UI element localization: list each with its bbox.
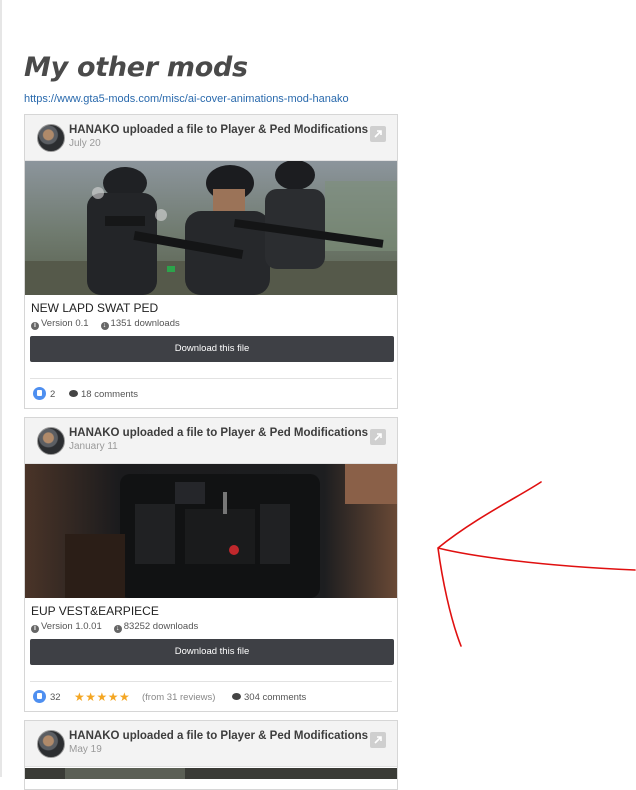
mod-thumbnail[interactable] — [25, 767, 397, 779]
card-date: July 20 — [69, 138, 101, 149]
mod-card: HANAKO uploaded a file to Player & Ped M… — [24, 417, 398, 712]
comment-icon — [69, 390, 78, 397]
rating-stars: ★★★★★ — [74, 690, 131, 704]
card-header: HANAKO uploaded a file to Player & Ped M… — [25, 115, 397, 161]
card-date: January 11 — [69, 441, 118, 452]
mod-name[interactable]: EUP VEST&EARPIECE — [30, 604, 392, 618]
card-header: HANAKO uploaded a file to Player & Ped M… — [25, 721, 397, 767]
download-circle-icon: ↓ — [100, 322, 109, 330]
expand-icon[interactable] — [370, 429, 386, 445]
card-header: HANAKO uploaded a file to Player & Ped M… — [25, 418, 397, 464]
like-count: 2 — [50, 389, 56, 400]
expand-icon[interactable] — [370, 126, 386, 142]
mod-thumbnail[interactable] — [25, 464, 397, 598]
card-header-title[interactable]: HANAKO uploaded a file to Player & Ped M… — [69, 427, 368, 439]
annotation-arrow — [437, 481, 636, 647]
mod-card: HANAKO uploaded a file to Player & Ped M… — [24, 114, 398, 409]
thumbs-up-icon[interactable] — [33, 387, 46, 400]
download-count: ↓ 83252 downloads — [113, 621, 198, 633]
comment-icon — [232, 693, 241, 700]
thumbs-up-icon[interactable] — [33, 690, 46, 703]
mod-thumbnail[interactable] — [25, 161, 397, 295]
like-count: 32 — [50, 692, 61, 703]
page-title: My other mods — [24, 52, 248, 83]
mod-card: HANAKO uploaded a file to Player & Ped M… — [24, 720, 398, 790]
card-header-title[interactable]: HANAKO uploaded a file to Player & Ped M… — [69, 730, 368, 742]
expand-icon[interactable] — [370, 732, 386, 748]
card-footer: 32 ★★★★★ (from 31 reviews) 304 comments — [25, 682, 397, 712]
card-date: May 19 — [69, 744, 102, 755]
mod-name[interactable]: NEW LAPD SWAT PED — [30, 301, 392, 315]
review-count[interactable]: (from 31 reviews) — [142, 692, 215, 703]
comments-link[interactable]: 304 comments — [232, 692, 306, 703]
avatar[interactable] — [37, 124, 65, 152]
version-info: i Version 1.0.01 — [31, 621, 102, 633]
avatar[interactable] — [37, 730, 65, 758]
info-icon: i — [31, 322, 39, 330]
version-info: i Version 0.1 — [31, 318, 89, 330]
avatar[interactable] — [37, 427, 65, 455]
mod-link[interactable]: https://www.gta5-mods.com/misc/ai-cover-… — [24, 93, 349, 105]
download-count: ↓ 1351 downloads — [100, 318, 180, 330]
download-circle-icon: ↓ — [113, 625, 122, 633]
download-button[interactable]: Download this file — [30, 336, 394, 362]
card-header-title[interactable]: HANAKO uploaded a file to Player & Ped M… — [69, 124, 368, 136]
card-footer: 2 18 comments — [25, 379, 397, 409]
page-left-border — [0, 0, 2, 777]
info-icon: i — [31, 625, 39, 633]
download-button[interactable]: Download this file — [30, 639, 394, 665]
comments-link[interactable]: 18 comments — [69, 389, 138, 400]
